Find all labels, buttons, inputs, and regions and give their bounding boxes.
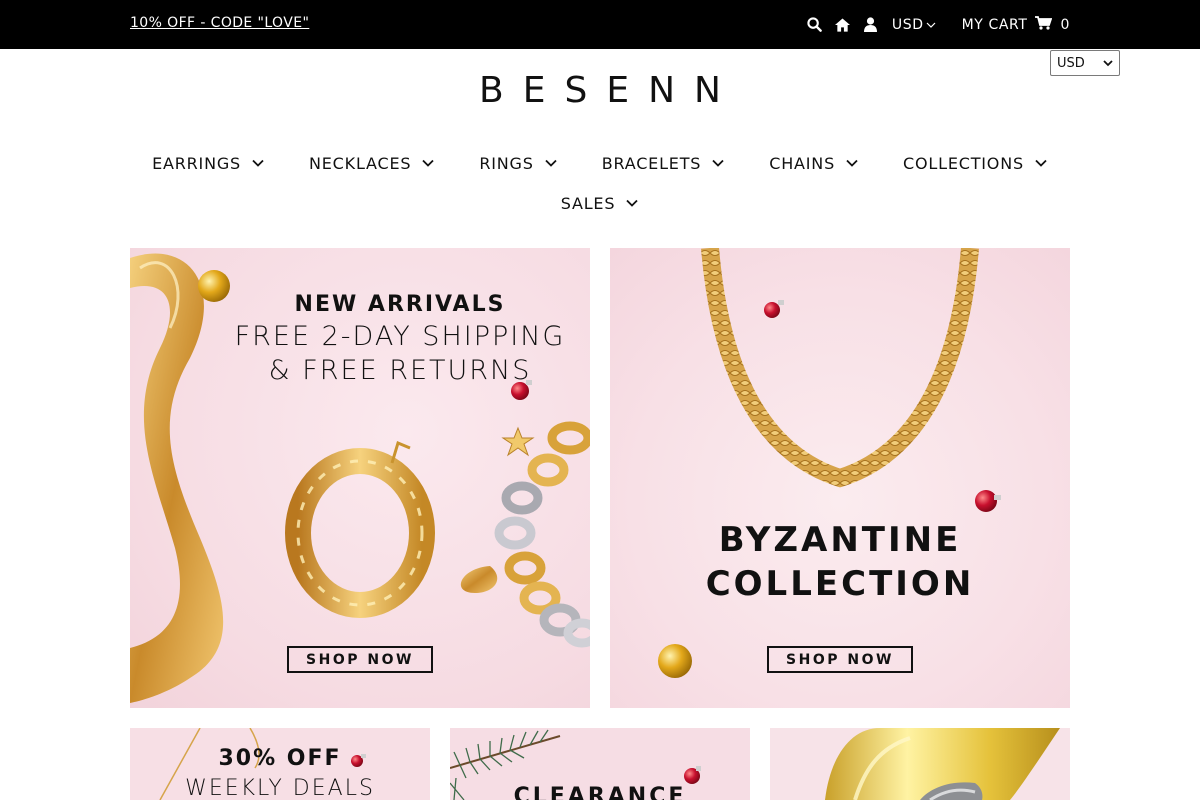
chevron-down-icon	[1034, 156, 1048, 170]
cart-label: MY CART	[961, 16, 1028, 33]
chevron-down-icon	[711, 156, 725, 170]
site-logo[interactable]: BESENN	[0, 70, 1200, 111]
nav-item-bracelets[interactable]: BRACELETS	[580, 151, 748, 175]
nav-item-label: BRACELETS	[601, 153, 702, 173]
chevron-down-icon	[845, 156, 859, 170]
currency-dropdown[interactable]: USD	[892, 17, 936, 33]
chevron-down-icon	[926, 17, 936, 33]
currency-label: USD	[891, 16, 924, 33]
banner-gold-ring[interactable]	[770, 728, 1070, 800]
nav-item-label: SALES	[560, 193, 616, 213]
chevron-down-icon	[421, 156, 435, 170]
banner-heading: COLLECTION	[705, 564, 975, 604]
banner-subheading: FREE 2-DAY SHIPPING	[234, 321, 566, 352]
nav-item-sales[interactable]: SALES	[539, 191, 662, 215]
nav-item-earrings[interactable]: EARRINGS	[130, 151, 287, 175]
shop-now-button[interactable]: SHOP NOW	[287, 646, 433, 673]
gold-ring-image	[825, 728, 1060, 800]
announcement-bar: 10% OFF - CODE "LOVE" USD MY CART 0	[0, 0, 1200, 49]
nav-item-necklaces[interactable]: NECKLACES	[287, 151, 457, 175]
chevron-down-icon	[1103, 56, 1113, 71]
nav-item-chains[interactable]: CHAINS	[747, 151, 881, 175]
cart-count: 0	[1060, 16, 1070, 33]
byzantine-chain-image	[658, 248, 1001, 678]
nav-item-label: RINGS	[479, 153, 534, 173]
promo-link[interactable]: 10% OFF - CODE "LOVE"	[130, 15, 309, 31]
cart-link[interactable]: MY CART 0	[961, 15, 1070, 34]
banner-subheading: WEEKLY DEALS	[185, 776, 375, 800]
banner-heading: BYZANTINE	[718, 520, 962, 560]
banner-weekly-deals[interactable]: 30% OFF WEEKLY DEALS	[130, 728, 430, 800]
currency-select-value: USD	[1057, 55, 1085, 71]
nav-item-label: EARRINGS	[152, 153, 241, 173]
search-icon[interactable]	[806, 16, 824, 34]
banner-subheading: & FREE RETURNS	[268, 355, 532, 386]
chevron-down-icon	[251, 156, 265, 170]
banner-heading: NEW ARRIVALS	[294, 292, 506, 317]
user-icon[interactable]	[862, 16, 880, 34]
topbar-actions: USD MY CART 0	[806, 0, 1070, 49]
main-nav: EARRINGS NECKLACES RINGS BRACELETS CHAIN…	[0, 151, 1200, 175]
chevron-down-icon	[544, 156, 558, 170]
gold-swirl-image	[130, 253, 590, 703]
banner-heading: CLEARANCE	[513, 784, 687, 800]
chevron-down-icon	[625, 196, 639, 210]
shop-now-button[interactable]: SHOP NOW	[767, 646, 913, 673]
home-icon[interactable]	[834, 16, 852, 34]
cart-icon	[1035, 15, 1053, 34]
nav-item-label: NECKLACES	[309, 153, 412, 173]
banner-new-arrivals[interactable]: NEW ARRIVALS FREE 2-DAY SHIPPING & FREE …	[130, 248, 590, 708]
main-nav-row-2: SALES	[0, 191, 1200, 215]
nav-item-label: CHAINS	[769, 153, 836, 173]
nav-item-collections[interactable]: COLLECTIONS	[881, 151, 1070, 175]
nav-item-label: COLLECTIONS	[903, 153, 1024, 173]
banner-heading: 30% OFF	[218, 746, 342, 771]
nav-item-rings[interactable]: RINGS	[457, 151, 579, 175]
banner-clearance[interactable]: CLEARANCE	[450, 728, 750, 800]
banner-byzantine-collection[interactable]: BYZANTINE COLLECTION SHOP NOW	[610, 248, 1070, 708]
